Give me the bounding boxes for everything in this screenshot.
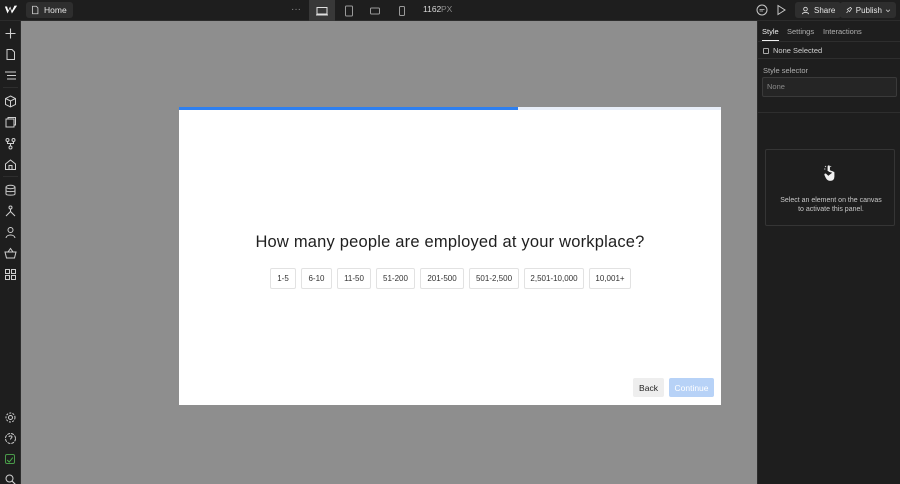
webflow-logo-icon[interactable]	[4, 3, 18, 17]
style-selector-input[interactable]: None	[762, 77, 897, 97]
question-text: How many people are employed at your wor…	[255, 233, 645, 251]
marketplace-icon[interactable]	[4, 268, 17, 281]
selection-indicator: None Selected	[763, 46, 822, 55]
breakpoint-tablet-button[interactable]	[336, 0, 362, 21]
page-selector-button[interactable]: Home	[26, 2, 73, 18]
option-button[interactable]: 201-500	[420, 268, 464, 289]
desktop-icon	[316, 6, 328, 15]
search-icon[interactable]	[4, 473, 17, 484]
option-button[interactable]: 10,001+	[589, 268, 631, 289]
logic-icon[interactable]	[4, 205, 17, 218]
pages-icon[interactable]	[4, 48, 17, 61]
ecommerce-icon[interactable]	[4, 247, 17, 260]
mobile-landscape-icon	[370, 7, 380, 14]
survey-modal: How many people are employed at your wor…	[179, 107, 721, 405]
panel-divider	[758, 58, 900, 59]
pointer-hand-icon	[824, 165, 835, 181]
toolbar-divider	[3, 87, 18, 88]
comments-icon[interactable]	[755, 3, 769, 17]
progress-bar	[179, 107, 721, 110]
more-options-icon[interactable]: ···	[290, 3, 302, 17]
share-button[interactable]: Share	[795, 2, 842, 18]
canvas-width-unit: PX	[441, 4, 453, 14]
page-icon	[32, 5, 39, 15]
mobile-portrait-icon	[399, 5, 405, 16]
option-button[interactable]: 11-50	[337, 268, 371, 289]
share-label: Share	[814, 5, 836, 15]
help-icon[interactable]	[4, 432, 17, 445]
empty-state-line: Select an element on the canvas	[780, 197, 882, 204]
components-icon[interactable]	[4, 95, 17, 108]
variables-icon[interactable]	[4, 137, 17, 150]
preview-icon[interactable]	[774, 3, 788, 17]
page-selector-label: Home	[44, 5, 67, 15]
breakpoint-mobile-portrait-button[interactable]	[389, 0, 415, 21]
panel-tabs: Style Settings Interactions	[758, 21, 900, 42]
cms-icon[interactable]	[4, 184, 17, 197]
option-button[interactable]: 1-5	[270, 268, 296, 289]
option-button[interactable]: 51-200	[376, 268, 415, 289]
navigator-icon[interactable]	[4, 69, 17, 82]
breakpoint-mobile-landscape-button[interactable]	[362, 0, 388, 21]
panel-divider	[758, 112, 900, 113]
progress-fill	[179, 107, 518, 110]
options-row: 1-5 6-10 11-50 51-200 201-500 501-2,500 …	[179, 268, 721, 289]
tab-interactions[interactable]: Interactions	[823, 27, 862, 36]
tab-settings[interactable]: Settings	[787, 27, 814, 36]
top-bar: Home ··· 1162 PX Share Publish	[0, 0, 900, 21]
publish-button[interactable]: Publish	[840, 2, 896, 18]
design-canvas[interactable]: How many people are employed at your wor…	[21, 21, 757, 484]
tablet-icon	[345, 5, 353, 16]
audit-icon[interactable]	[5, 454, 15, 464]
assets-icon[interactable]	[4, 116, 17, 129]
left-toolbar	[0, 21, 21, 484]
chevron-down-icon	[885, 8, 891, 12]
option-button[interactable]: 6-10	[301, 268, 332, 289]
option-button[interactable]: 501-2,500	[469, 268, 519, 289]
option-button[interactable]: 2,501-10,000	[524, 268, 584, 289]
tab-style[interactable]: Style	[762, 27, 779, 41]
style-selector-label: Style selector	[763, 66, 809, 75]
continue-button[interactable]: Continue	[669, 378, 714, 397]
empty-state-text: Select an element on the canvas to activ…	[766, 196, 896, 214]
empty-state-card: Select an element on the canvas to activ…	[765, 149, 895, 226]
canvas-width-value[interactable]: 1162	[423, 4, 441, 14]
breakpoint-desktop-button[interactable]	[309, 0, 335, 21]
settings-icon[interactable]	[4, 411, 17, 424]
selection-label: None Selected	[773, 46, 823, 55]
users-icon[interactable]	[4, 226, 17, 239]
back-button[interactable]: Back	[633, 378, 664, 397]
add-icon[interactable]	[4, 27, 17, 40]
style-panel: Style Settings Interactions None Selecte…	[757, 21, 900, 484]
publish-label: Publish	[855, 5, 882, 15]
toolbar-divider	[3, 176, 18, 177]
selection-box-icon	[763, 47, 769, 54]
empty-state-line: to activate this panel.	[798, 206, 864, 213]
apps-icon[interactable]	[4, 158, 17, 171]
rocket-icon	[846, 6, 853, 13]
user-icon	[801, 6, 810, 14]
